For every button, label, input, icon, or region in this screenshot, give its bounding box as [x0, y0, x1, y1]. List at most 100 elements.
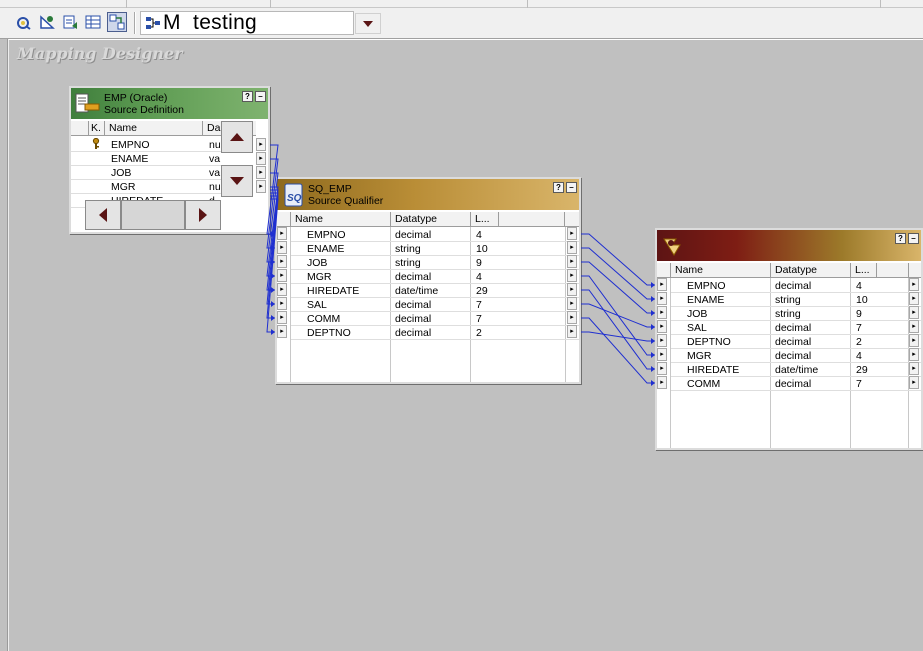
source-header[interactable]: EMP (Oracle) Source Definition ? – — [71, 88, 268, 119]
target-designer-icon[interactable] — [37, 12, 57, 32]
source-horizontal-scroll-track[interactable] — [121, 200, 185, 230]
input-port-button[interactable]: ▸ — [657, 362, 667, 375]
target-definition-window[interactable]: ? – Name Datatype L... EMPNO decimal 4 ENAM… — [655, 228, 923, 450]
qualifier-port-length: 7 — [476, 299, 482, 311]
target-header[interactable]: ? – — [657, 230, 921, 261]
mapplet-designer-icon[interactable] — [83, 12, 103, 32]
table-row[interactable]: ENAME string 10 — [291, 242, 579, 256]
table-row[interactable]: COMM decimal 7 — [291, 312, 579, 326]
source-qualifier-column-header: Name Datatype L... — [277, 212, 579, 227]
table-row[interactable]: JOB string 9 — [671, 307, 921, 321]
mapping-dropdown-button[interactable] — [355, 13, 381, 34]
output-port-button[interactable]: ▸ — [256, 138, 266, 151]
output-port-button[interactable]: ▸ — [909, 292, 919, 305]
output-port-button[interactable]: ▸ — [909, 362, 919, 375]
output-port-button[interactable]: ▸ — [567, 297, 577, 310]
input-port-button[interactable]: ▸ — [657, 376, 667, 389]
input-port-button[interactable]: ▸ — [657, 292, 667, 305]
output-port-button[interactable]: ▸ — [909, 278, 919, 291]
mapping-name: M testing — [163, 11, 258, 34]
qualifier-port-datatype: decimal — [395, 299, 432, 311]
source-scroll-right-button[interactable] — [185, 200, 221, 230]
sq-col-length: L... — [471, 212, 499, 226]
output-port-button[interactable]: ▸ — [909, 334, 919, 347]
arrow-left-icon — [99, 208, 107, 222]
output-port-button[interactable]: ▸ — [256, 152, 266, 165]
input-port-button[interactable]: ▸ — [277, 227, 287, 240]
source-port-datatype: nu — [209, 139, 221, 151]
qualifier-port-datatype: string — [395, 257, 421, 269]
output-port-button[interactable]: ▸ — [909, 306, 919, 319]
input-port-button[interactable]: ▸ — [277, 325, 287, 338]
table-row[interactable]: MGR decimal 4 — [291, 270, 579, 284]
target-minimize-button[interactable]: – — [908, 233, 919, 244]
table-row[interactable]: JOB va — [71, 166, 221, 180]
source-minimize-button[interactable]: – — [255, 91, 266, 102]
input-port-button[interactable]: ▸ — [657, 334, 667, 347]
toolbar-separator — [134, 12, 136, 34]
qualifier-port-length: 10 — [476, 243, 488, 255]
input-port-button[interactable]: ▸ — [277, 241, 287, 254]
source-qualifier-header[interactable]: SQ SQ_EMP Source Qualifier ? – — [277, 179, 579, 210]
source-qualifier-minimize-button[interactable]: – — [566, 182, 577, 193]
table-row[interactable]: SAL decimal 7 — [291, 298, 579, 312]
input-port-button[interactable]: ▸ — [277, 255, 287, 268]
input-port-button[interactable]: ▸ — [657, 306, 667, 319]
table-row[interactable]: SAL decimal 7 — [671, 321, 921, 335]
input-port-button[interactable]: ▸ — [657, 278, 667, 291]
mapping-designer-icon[interactable] — [107, 12, 127, 32]
qualifier-port-name: COMM — [307, 313, 341, 325]
source-scroll-down-button[interactable] — [221, 165, 253, 197]
output-port-button[interactable]: ▸ — [909, 376, 919, 389]
output-port-button[interactable]: ▸ — [256, 180, 266, 193]
source-qualifier-window[interactable]: SQ SQ_EMP Source Qualifier ? – Name Data… — [275, 177, 581, 384]
output-port-button[interactable]: ▸ — [256, 166, 266, 179]
input-port-button[interactable]: ▸ — [657, 320, 667, 333]
source-scroll-up-button[interactable] — [221, 121, 253, 153]
source-port-name: EMPNO — [111, 139, 150, 151]
input-port-button[interactable]: ▸ — [277, 297, 287, 310]
input-port-button[interactable]: ▸ — [277, 311, 287, 324]
output-port-button[interactable]: ▸ — [567, 227, 577, 240]
output-port-button[interactable]: ▸ — [567, 325, 577, 338]
mapping-selector[interactable]: M testing — [140, 11, 354, 35]
transformation-developer-icon[interactable] — [60, 12, 80, 32]
source-scroll-left-button[interactable] — [85, 200, 121, 230]
table-row[interactable]: MGR nu — [71, 180, 221, 194]
output-port-button[interactable]: ▸ — [567, 241, 577, 254]
workspace-title: Mapping Designer — [17, 44, 183, 63]
input-port-button[interactable]: ▸ — [277, 283, 287, 296]
target-port-length: 4 — [856, 280, 862, 292]
table-row[interactable]: ENAME string 10 — [671, 293, 921, 307]
table-row[interactable]: ENAME va — [71, 152, 221, 166]
table-row[interactable]: MGR decimal 4 — [671, 349, 921, 363]
output-port-button[interactable]: ▸ — [567, 311, 577, 324]
qualifier-port-name: SAL — [307, 299, 327, 311]
output-port-button[interactable]: ▸ — [567, 283, 577, 296]
table-row[interactable]: EMPNO nu — [71, 138, 221, 152]
target-port-datatype: decimal — [775, 336, 812, 348]
source-analyzer-icon[interactable] — [14, 12, 34, 32]
output-port-button[interactable]: ▸ — [567, 255, 577, 268]
target-port-length: 7 — [856, 378, 862, 390]
toolbar-top-strip — [0, 0, 923, 8]
input-port-button[interactable]: ▸ — [277, 269, 287, 282]
output-port-button[interactable]: ▸ — [567, 269, 577, 282]
output-port-button[interactable]: ▸ — [909, 320, 919, 333]
source-qualifier-help-button[interactable]: ? — [553, 182, 564, 193]
table-row[interactable]: JOB string 9 — [291, 256, 579, 270]
sq-col-datatype: Datatype — [391, 212, 471, 226]
input-port-button[interactable]: ▸ — [657, 348, 667, 361]
output-port-button[interactable]: ▸ — [909, 348, 919, 361]
qualifier-port-name: ENAME — [307, 243, 345, 255]
source-help-button[interactable]: ? — [242, 91, 253, 102]
target-help-button[interactable]: ? — [895, 233, 906, 244]
table-row[interactable]: EMPNO decimal 4 — [291, 228, 579, 242]
table-row[interactable]: HIREDATE date/time 29 — [671, 363, 921, 377]
table-row[interactable]: DEPTNO decimal 2 — [671, 335, 921, 349]
table-row[interactable]: COMM decimal 7 — [671, 377, 921, 391]
table-row[interactable]: EMPNO decimal 4 — [671, 279, 921, 293]
source-definition-window[interactable]: EMP (Oracle) Source Definition ? – K. Na… — [69, 86, 270, 234]
table-row[interactable]: HIREDATE date/time 29 — [291, 284, 579, 298]
table-row[interactable]: DEPTNO decimal 2 — [291, 326, 579, 340]
